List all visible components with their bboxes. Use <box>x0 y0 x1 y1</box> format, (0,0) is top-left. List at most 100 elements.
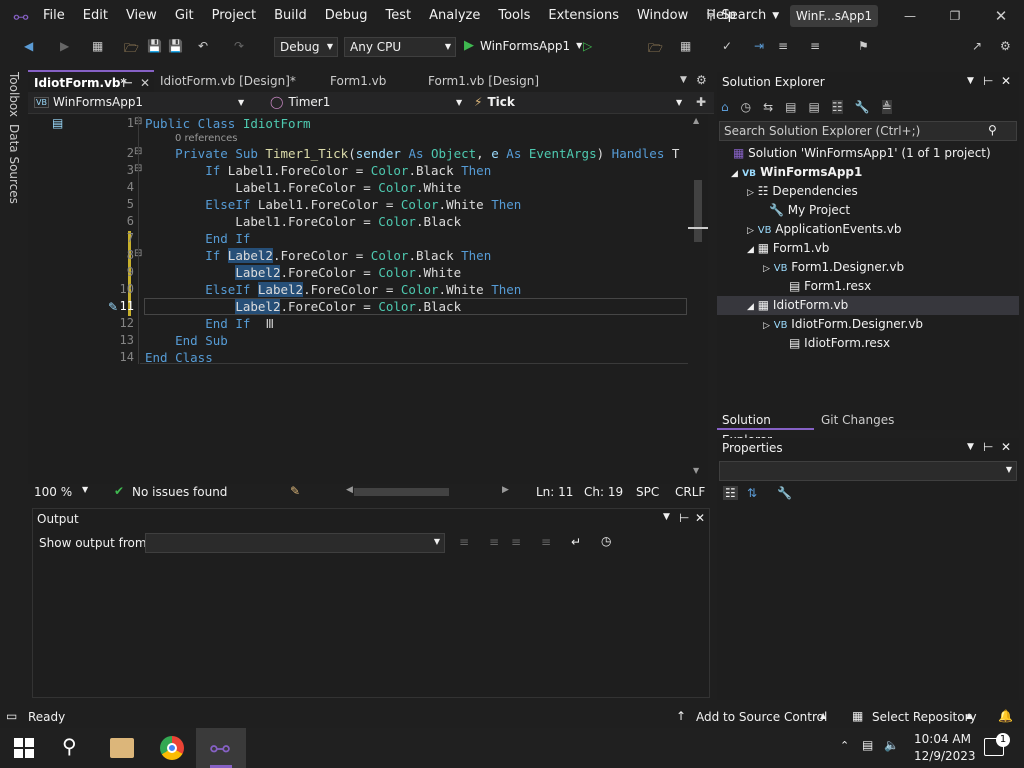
close-icon[interactable]: ✕ <box>695 511 705 525</box>
split-icon[interactable]: ✚ <box>696 95 706 109</box>
pin-icon[interactable]: ⊢ <box>679 511 689 525</box>
codelens-references[interactable]: 0 references <box>175 133 238 144</box>
spell-check-icon[interactable]: ✓ <box>722 39 732 53</box>
tree-item-idiotform[interactable]: ◢ ▦ IdiotForm.vb <box>717 296 1019 315</box>
close-tab-icon[interactable]: ✕ <box>140 72 150 94</box>
tree-item-my-project[interactable]: 🔧 My Project <box>769 201 850 220</box>
notifications-icon[interactable]: 1 <box>984 733 1010 756</box>
tab-idiotform-vb[interactable]: IdiotForm.vb* ⊢ ✕ <box>28 70 154 92</box>
show-all-files-icon[interactable]: ▤ <box>809 100 820 114</box>
menu-extensions[interactable]: Extensions <box>539 0 628 32</box>
new-project-icon[interactable]: ▦ <box>92 39 103 53</box>
tree-item-idiotform-resx[interactable]: ▤ IdiotForm.resx <box>789 334 890 353</box>
tab-solution-explorer[interactable]: Solution Explorer <box>717 410 814 447</box>
close-icon[interactable]: ✕ <box>1001 74 1011 88</box>
solution-search-input[interactable]: Search Solution Explorer (Ctrl+;) ⚲ <box>719 121 1017 141</box>
home-icon[interactable]: ⌂ <box>721 100 729 114</box>
visual-studio-taskbar-button[interactable]: ⧟ <box>196 728 246 768</box>
layout-icon[interactable]: ▦ <box>680 39 691 53</box>
volume-icon[interactable]: 🔈 <box>884 738 899 752</box>
menu-git[interactable]: Git <box>166 0 203 32</box>
chevron-down-icon[interactable]: ▼ <box>663 512 670 522</box>
history-icon[interactable]: ◷ <box>741 100 751 114</box>
tab-idiotform-design[interactable]: IdiotForm.vb [Design]* <box>154 70 320 92</box>
settings-icon[interactable]: ⚙ <box>1000 39 1011 53</box>
maximize-icon[interactable]: ❐ <box>945 6 965 26</box>
save-icon[interactable]: 💾 <box>147 39 162 53</box>
quick-actions-icon[interactable]: ▤ <box>52 116 63 130</box>
clear-all-icon[interactable]: ≡ <box>541 535 551 549</box>
network-icon[interactable]: ▤ <box>862 738 873 752</box>
scroll-up-icon[interactable]: ▲ <box>693 116 699 125</box>
object-select[interactable]: ▼ <box>719 461 1017 481</box>
format-icon[interactable]: ≡ <box>778 39 788 53</box>
zoom-level[interactable]: 100 % <box>34 485 72 499</box>
redo-icon[interactable]: ↷ <box>234 39 244 53</box>
select-repository[interactable]: Select Repository <box>872 710 977 724</box>
tab-form1-design[interactable]: Form1.vb [Design] <box>422 70 562 92</box>
preview-icon[interactable]: ≜ <box>881 100 892 114</box>
chevron-down-icon[interactable]: ▼ <box>967 442 974 452</box>
pin-icon[interactable]: ⊢ <box>983 440 993 454</box>
alphabetical-icon[interactable]: ⇅ <box>747 486 757 500</box>
minimize-icon[interactable]: — <box>900 6 920 26</box>
folder-icon[interactable]: 🗁 <box>648 39 663 60</box>
tab-list-dropdown-icon[interactable]: ▼ <box>680 75 687 85</box>
start-without-debug-icon[interactable]: ▷ <box>583 39 592 53</box>
chevron-up-icon[interactable]: ⌃ <box>840 739 849 752</box>
member-dropdown[interactable]: ◯ Timer1 ▼ <box>270 95 470 109</box>
clock-date[interactable]: 12/9/2023 <box>914 749 976 763</box>
vertical-scrollbar[interactable]: ▲ ▼ <box>688 114 708 484</box>
notification-bell-icon[interactable]: 🔔 <box>998 709 1013 723</box>
prev-message-icon[interactable]: ≡ <box>489 535 499 549</box>
step-icon[interactable]: ⇥ <box>754 39 764 53</box>
menu-view[interactable]: View <box>117 0 166 32</box>
toolbox-tab[interactable]: Toolbox <box>7 72 21 117</box>
indent-icon[interactable]: ≡ <box>810 39 820 53</box>
scroll-left-icon[interactable]: ◀ <box>346 485 353 495</box>
event-dropdown[interactable]: ⚡ Tick ▼ <box>474 95 684 109</box>
scroll-right-icon[interactable]: ▶ <box>502 485 509 495</box>
line-ending-indicator[interactable]: CRLF <box>675 485 705 499</box>
pin-icon[interactable]: ⊢ <box>122 72 133 94</box>
data-sources-tab[interactable]: Data Sources <box>7 124 21 204</box>
categorized-icon[interactable]: ☷ <box>723 486 738 500</box>
share-icon[interactable]: ↗ <box>972 39 982 53</box>
scroll-thumb[interactable] <box>694 180 702 242</box>
find-message-icon[interactable]: ≡ <box>459 535 469 549</box>
collapse-all-icon[interactable]: ▤ <box>785 100 796 114</box>
tree-item-idiotform-designer[interactable]: ▷ VB IdiotForm.Designer.vb <box>763 315 923 334</box>
tree-view-icon[interactable]: ☷ <box>831 100 843 114</box>
platform-select[interactable]: Any CPU ▼ <box>344 37 456 57</box>
add-to-source-control[interactable]: Add to Source Control <box>696 710 827 724</box>
back-icon[interactable]: ◀ <box>24 39 33 53</box>
bookmark-icon[interactable]: ⚑ <box>858 39 869 53</box>
close-icon[interactable]: ✕ <box>991 6 1011 26</box>
property-pages-wrench-icon[interactable]: 🔧 <box>777 486 792 500</box>
chevron-down-icon[interactable]: ▼ <box>82 485 88 494</box>
tree-item-solution[interactable]: ▦ Solution 'WinFormsApp1' (1 of 1 projec… <box>733 144 991 163</box>
windows-start-icon[interactable] <box>14 738 34 758</box>
menu-analyze[interactable]: Analyze <box>420 0 489 32</box>
brush-icon[interactable]: ✎ <box>290 484 300 498</box>
sync-icon[interactable]: ⇆ <box>763 100 773 114</box>
issues-status[interactable]: No issues found <box>132 485 227 499</box>
menu-build[interactable]: Build <box>265 0 316 32</box>
tab-form1-vb[interactable]: Form1.vb <box>324 70 420 92</box>
search-icon[interactable]: ⚲ <box>62 734 77 758</box>
clock-time[interactable]: 10:04 AM <box>914 732 971 746</box>
chevron-down-icon[interactable]: ▼ <box>967 76 974 86</box>
menu-debug[interactable]: Debug <box>316 0 377 32</box>
output-source-select[interactable]: ▼ <box>145 533 445 553</box>
file-explorer-icon[interactable] <box>110 738 134 758</box>
menu-project[interactable]: Project <box>203 0 265 32</box>
pin-icon[interactable]: ⊢ <box>983 74 993 88</box>
tree-item-form1-resx[interactable]: ▤ Form1.resx <box>789 277 871 296</box>
menu-edit[interactable]: Edit <box>74 0 117 32</box>
tab-git-changes[interactable]: Git Changes <box>821 410 894 430</box>
tree-item-dependencies[interactable]: ▷ ☷ Dependencies <box>747 182 858 201</box>
project-dropdown[interactable]: VB WinFormsApp1 ▼ <box>34 95 244 109</box>
forward-icon[interactable]: ▶ <box>60 39 69 53</box>
timestamp-clock-icon[interactable]: ◷ <box>601 534 611 548</box>
menu-file[interactable]: File <box>34 0 74 32</box>
